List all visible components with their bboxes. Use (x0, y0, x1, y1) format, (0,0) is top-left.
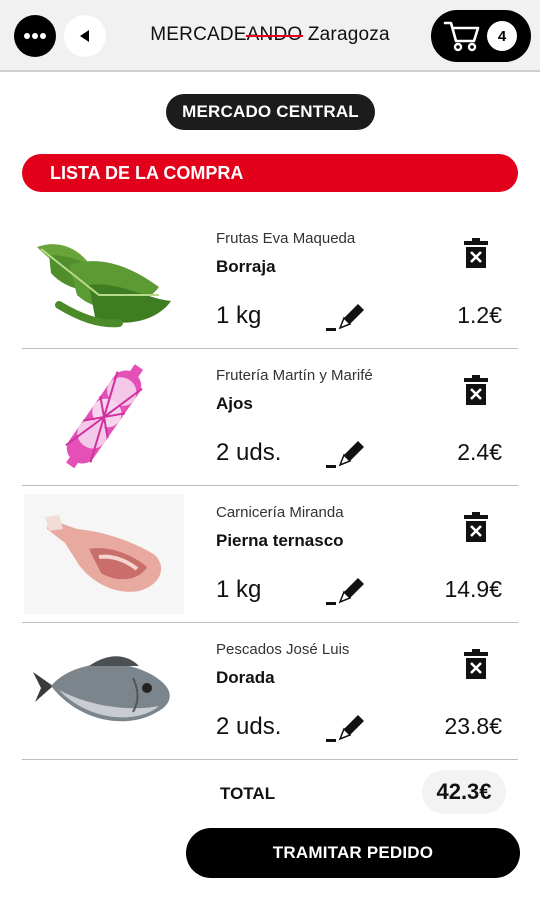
cart-button[interactable]: 4 (431, 10, 531, 62)
delete-item-button[interactable] (464, 512, 488, 542)
shopping-list: Frutas Eva Maqueda Borraja 1 kg 1.2€ Fru… (22, 212, 518, 760)
app-title-prefix: MERCADE (150, 24, 247, 45)
edit-quantity-button[interactable] (322, 572, 372, 612)
list-item: Pescados José Luis Dorada 2 uds. 23.8€ (22, 623, 518, 760)
pencil-icon (326, 578, 364, 605)
vendor-name: Carnicería Miranda (216, 504, 344, 521)
pencil-icon (326, 441, 364, 468)
delete-item-button[interactable] (464, 238, 488, 268)
product-name: Dorada (216, 668, 275, 687)
vendor-name: Frutería Martín y Marifé (216, 367, 373, 384)
vendor-name: Frutas Eva Maqueda (216, 230, 356, 247)
product-name: Borraja (216, 257, 276, 276)
trash-icon (464, 512, 488, 542)
edit-quantity-button[interactable] (322, 298, 372, 338)
product-image-borraja (24, 220, 184, 340)
market-chip[interactable]: MERCADO CENTRAL (166, 94, 375, 130)
delete-item-button[interactable] (464, 649, 488, 679)
vendor-name: Pescados José Luis (216, 641, 350, 658)
back-arrow-icon (80, 30, 89, 42)
pencil-icon (326, 715, 364, 742)
list-item: Carnicería Miranda Pierna ternasco 1 kg … (22, 486, 518, 623)
edit-quantity-button[interactable] (322, 709, 372, 749)
list-item: Frutería Martín y Marifé Ajos 2 uds. 2.4… (22, 349, 518, 486)
app-header: MERCADEANDO Zaragoza 4 (0, 0, 540, 72)
quantity-value: 1 kg (216, 302, 262, 329)
list-item: Frutas Eva Maqueda Borraja 1 kg 1.2€ (22, 212, 518, 349)
item-price: 23.8€ (444, 713, 502, 739)
app-title: MERCADEANDO Zaragoza (120, 24, 420, 46)
product-image-dorada (24, 631, 184, 751)
app-title-suffix: Zaragoza (302, 24, 390, 45)
total-label: TOTAL (220, 784, 276, 803)
product-image-ajos (24, 357, 184, 477)
trash-icon (464, 238, 488, 268)
quantity-value: 1 kg (216, 576, 262, 603)
item-price: 1.2€ (457, 302, 502, 328)
product-image-pierna-ternasco (24, 494, 184, 614)
menu-button[interactable] (14, 15, 56, 57)
trash-icon (464, 649, 488, 679)
item-price: 14.9€ (444, 576, 502, 602)
trash-icon (464, 375, 488, 405)
total-value: 42.3€ (422, 770, 506, 814)
shopping-list-banner: LISTA DE LA COMPRA (22, 154, 518, 192)
product-name: Ajos (216, 394, 253, 413)
app-title-struck: ANDO (246, 24, 303, 45)
back-button[interactable] (64, 15, 106, 57)
pencil-icon (326, 304, 364, 331)
quantity-value: 2 uds. (216, 713, 282, 740)
cart-icon (443, 21, 480, 52)
quantity-value: 2 uds. (216, 439, 282, 466)
item-price: 2.4€ (457, 439, 502, 465)
more-dots-icon (24, 33, 46, 39)
edit-quantity-button[interactable] (322, 435, 372, 475)
submit-order-button[interactable]: TRAMITAR PEDIDO (186, 828, 520, 878)
cart-count-badge: 4 (487, 21, 517, 51)
delete-item-button[interactable] (464, 375, 488, 405)
product-name: Pierna ternasco (216, 531, 344, 550)
